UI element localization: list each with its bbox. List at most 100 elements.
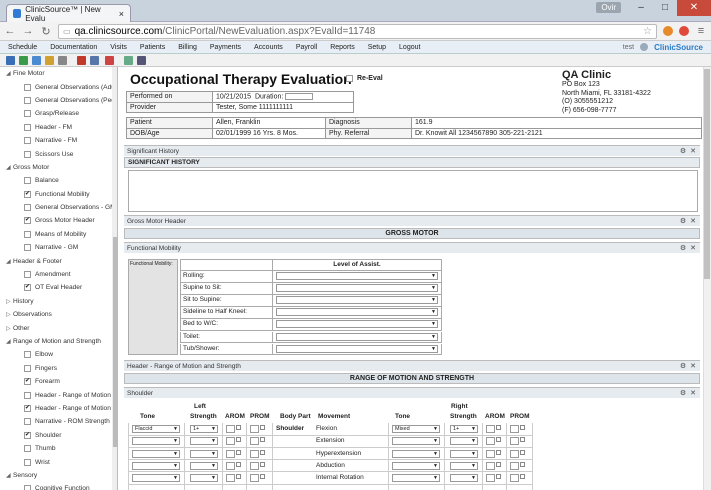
sidebar-item[interactable]: Gross Motor Header bbox=[0, 214, 117, 227]
left-prom-input[interactable] bbox=[250, 461, 259, 470]
minimize-icon[interactable]: – bbox=[629, 0, 653, 16]
copy-icon[interactable] bbox=[32, 55, 41, 65]
sidebar-checkbox[interactable] bbox=[24, 177, 31, 185]
help-icon[interactable] bbox=[640, 43, 649, 51]
sidebar-group[interactable]: ▷ Observations bbox=[0, 308, 117, 321]
menu-documentation[interactable]: Documentation bbox=[50, 44, 97, 51]
section-settings-icon[interactable]: ⚙ bbox=[680, 217, 686, 225]
sidebar-item[interactable]: Narrative - FM bbox=[0, 134, 117, 147]
sidebar-item[interactable]: Thumb bbox=[0, 442, 117, 455]
sidebar-checkbox[interactable] bbox=[24, 244, 31, 252]
sidebar-checkbox[interactable] bbox=[24, 190, 31, 198]
sidebar-checkbox[interactable] bbox=[24, 150, 31, 158]
sidebar-checkbox[interactable] bbox=[24, 110, 31, 118]
sidebar-item[interactable]: Functional Mobility bbox=[0, 188, 117, 201]
level-of-assist-select[interactable] bbox=[276, 284, 438, 293]
reeval-checkbox[interactable] bbox=[346, 75, 353, 82]
left-prom-input-checkbox[interactable] bbox=[260, 461, 265, 467]
left-arom-input[interactable] bbox=[226, 437, 235, 446]
left-arom-input-checkbox[interactable] bbox=[236, 449, 241, 455]
right-prom-input-checkbox[interactable] bbox=[520, 437, 525, 443]
right-tone-select[interactable] bbox=[392, 461, 440, 470]
left-arom-input[interactable] bbox=[226, 461, 235, 470]
right-strength-select[interactable]: 1+ bbox=[450, 425, 478, 433]
reeval-checkbox-label[interactable]: Re-Eval bbox=[346, 75, 383, 82]
sidebar-item[interactable]: Shoulder bbox=[0, 429, 117, 442]
sidebar-checkbox[interactable] bbox=[24, 204, 31, 212]
left-arom-input[interactable] bbox=[226, 449, 235, 458]
menu-logout[interactable]: Logout bbox=[399, 44, 420, 51]
duration-input[interactable] bbox=[285, 93, 314, 101]
menu-schedule[interactable]: Schedule bbox=[8, 44, 37, 51]
sidebar-item[interactable]: Cognitive Function bbox=[0, 482, 117, 490]
sidebar-item[interactable]: Means of Mobility bbox=[0, 228, 117, 241]
section-remove-icon[interactable]: ✕ bbox=[690, 147, 696, 155]
sidebar-item[interactable]: General Observations (Ped) bbox=[0, 94, 117, 107]
section-settings-icon[interactable]: ⚙ bbox=[680, 362, 686, 370]
settings-icon[interactable] bbox=[124, 55, 133, 65]
menu-setup[interactable]: Setup bbox=[368, 44, 386, 51]
sidebar-item[interactable]: OT Eval Header bbox=[0, 281, 117, 294]
sidebar-checkbox[interactable] bbox=[24, 418, 31, 426]
left-prom-input-checkbox[interactable] bbox=[260, 449, 265, 455]
sidebar-checkbox[interactable] bbox=[24, 123, 31, 131]
section-remove-icon[interactable]: ✕ bbox=[690, 217, 696, 225]
sidebar-checkbox[interactable] bbox=[24, 351, 31, 359]
collapsed-arrow-icon[interactable]: ▷ bbox=[6, 298, 13, 305]
menu-accounts[interactable]: Accounts bbox=[254, 44, 283, 51]
sidebar-checkbox[interactable] bbox=[24, 271, 31, 279]
sidebar-checkbox[interactable] bbox=[24, 230, 31, 238]
sidebar-scroll-thumb[interactable] bbox=[113, 237, 117, 447]
left-tone-select[interactable] bbox=[132, 474, 180, 483]
left-tone-select[interactable] bbox=[132, 461, 180, 470]
expand-arrow-icon[interactable]: ◢ bbox=[6, 472, 13, 479]
sidebar-item[interactable]: Narrative - GM bbox=[0, 241, 117, 254]
expand-arrow-icon[interactable]: ◢ bbox=[6, 164, 13, 171]
export-icon[interactable] bbox=[90, 55, 99, 65]
close-tab-icon[interactable]: × bbox=[119, 9, 124, 19]
browser-tab[interactable]: ClinicSource™ | New Evalu × bbox=[6, 4, 131, 23]
left-arom-input-checkbox[interactable] bbox=[236, 474, 241, 480]
menu-billing[interactable]: Billing bbox=[178, 44, 197, 51]
significant-history-textarea[interactable] bbox=[128, 170, 698, 212]
extension-icon-2[interactable] bbox=[679, 26, 689, 36]
sidebar-checkbox[interactable] bbox=[24, 378, 31, 386]
section-remove-icon[interactable]: ✕ bbox=[690, 389, 696, 397]
sidebar-checkbox[interactable] bbox=[24, 284, 31, 292]
sidebar-group[interactable]: ◢ Sensory bbox=[0, 469, 117, 482]
extension-icon[interactable] bbox=[663, 26, 673, 36]
sidebar-item[interactable]: Scissors Use bbox=[0, 147, 117, 160]
right-arom-input[interactable] bbox=[486, 461, 495, 470]
maximize-icon[interactable]: □ bbox=[653, 0, 677, 16]
left-strength-select[interactable] bbox=[190, 449, 218, 458]
level-of-assist-select[interactable] bbox=[276, 272, 438, 280]
right-prom-input-checkbox[interactable] bbox=[520, 449, 525, 455]
sidebar-item[interactable]: General Observations - GM bbox=[0, 201, 117, 214]
right-arom-input[interactable] bbox=[486, 437, 495, 446]
right-strength-select[interactable] bbox=[450, 449, 478, 458]
left-tone-select[interactable] bbox=[132, 437, 180, 446]
save-close-icon[interactable] bbox=[19, 55, 28, 65]
right-tone-select[interactable] bbox=[392, 437, 440, 446]
left-tone-select[interactable]: Flaccid bbox=[132, 425, 180, 433]
sidebar-checkbox[interactable] bbox=[24, 458, 31, 466]
print-icon[interactable] bbox=[58, 55, 67, 65]
left-arom-input-checkbox[interactable] bbox=[236, 461, 241, 467]
level-of-assist-select[interactable] bbox=[276, 308, 438, 317]
url-field[interactable]: ▭ qa.clinicsource.com/ClinicPortal/NewEv… bbox=[58, 23, 657, 39]
section-remove-icon[interactable]: ✕ bbox=[690, 362, 696, 370]
left-strength-select[interactable] bbox=[190, 474, 218, 483]
template-icon[interactable] bbox=[137, 55, 146, 65]
left-strength-select[interactable] bbox=[190, 461, 218, 470]
right-strength-select[interactable] bbox=[450, 461, 478, 470]
sidebar-group[interactable]: ◢ Fine Motor bbox=[0, 67, 117, 80]
right-arom-input-checkbox[interactable] bbox=[496, 449, 501, 455]
left-prom-input-checkbox[interactable] bbox=[260, 437, 265, 443]
left-tone-select[interactable] bbox=[132, 449, 180, 458]
collapsed-arrow-icon[interactable]: ▷ bbox=[6, 325, 13, 332]
section-remove-icon[interactable]: ✕ bbox=[690, 244, 696, 252]
sidebar-checkbox[interactable] bbox=[24, 391, 31, 399]
sidebar-item[interactable]: General Observations (Adu bbox=[0, 80, 117, 93]
left-prom-input-checkbox[interactable] bbox=[260, 474, 265, 480]
menu-reports[interactable]: Reports bbox=[330, 44, 355, 51]
